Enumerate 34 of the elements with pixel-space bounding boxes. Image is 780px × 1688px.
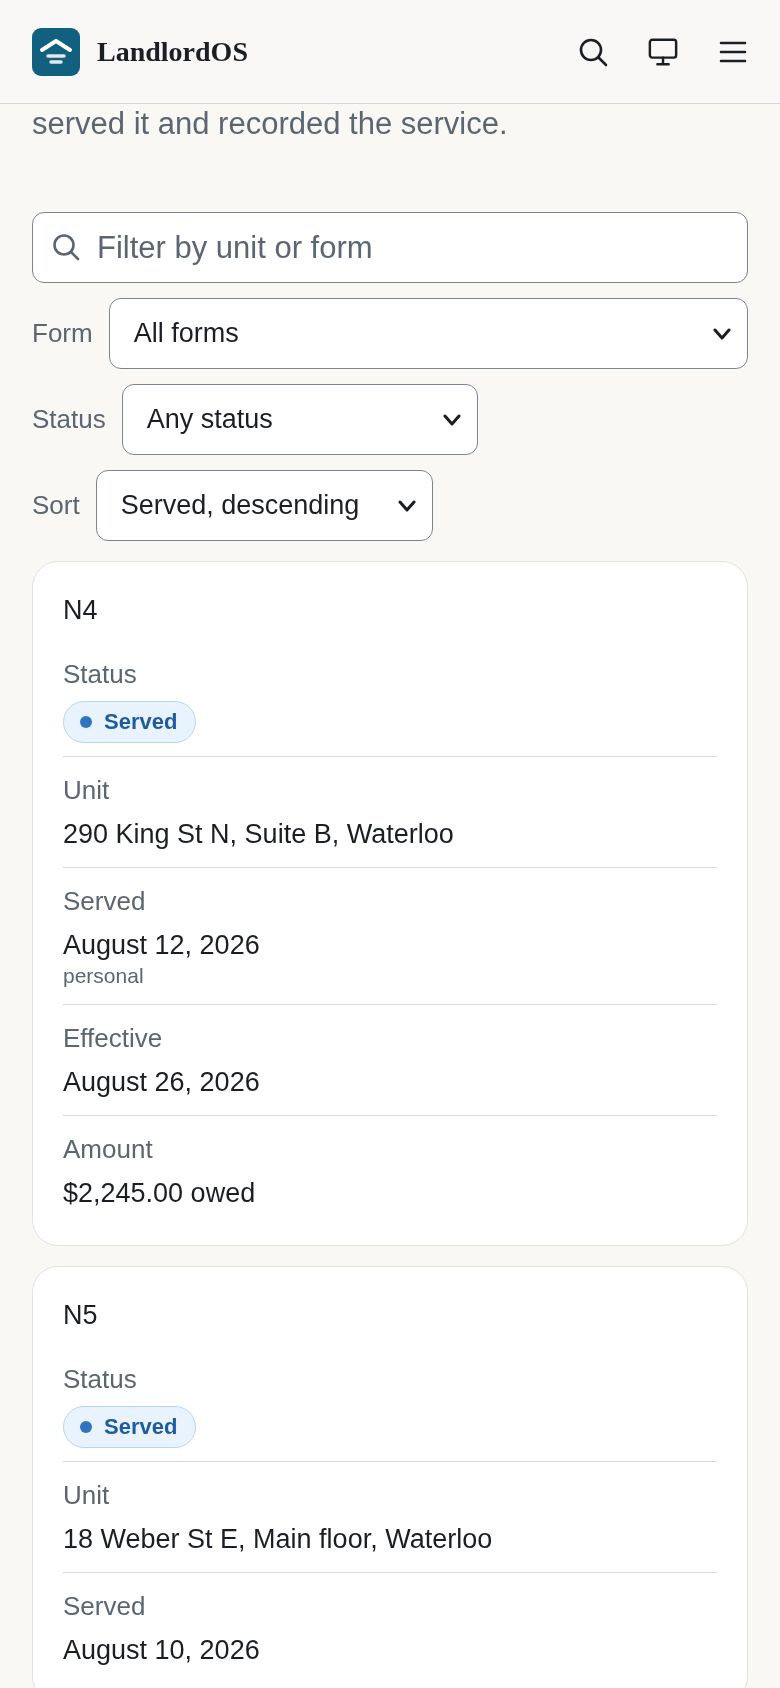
search-field[interactable]: Filter by unit or form: [32, 212, 748, 283]
chevron-down-icon: [442, 413, 461, 426]
field-note: personal: [63, 963, 144, 989]
filter-select[interactable]: Served, descending: [95, 470, 433, 541]
field-label: Served: [63, 1590, 146, 1623]
filter-select[interactable]: All forms: [108, 298, 748, 369]
filter-label: Status: [32, 404, 106, 435]
field-label: Status: [63, 1363, 137, 1396]
field-label: Unit: [63, 774, 110, 807]
field-value: 290 King St N, Suite B, Waterloo: [63, 818, 454, 851]
field-value: August 26, 2026: [63, 1066, 260, 1099]
field-value: August 12, 2026: [63, 929, 260, 962]
form-title: N4: [63, 594, 98, 627]
intro-text: served it and recorded the service.: [32, 105, 509, 143]
field-label: Amount: [63, 1133, 153, 1166]
chevron-down-icon: [713, 327, 731, 340]
form-title: N5: [63, 1299, 98, 1332]
search-icon: [52, 233, 80, 261]
field-value: August 10, 2026: [63, 1634, 260, 1667]
field-label: Served: [63, 885, 146, 918]
field-label: Unit: [63, 1479, 110, 1512]
brand-name[interactable]: LandlordOS: [97, 35, 248, 68]
search-icon[interactable]: [578, 36, 608, 67]
field-label: Effective: [63, 1022, 163, 1055]
status-badge: Served: [63, 701, 197, 743]
filter-label: Sort: [32, 490, 80, 521]
logo-icon[interactable]: [32, 27, 80, 76]
chevron-down-icon: [397, 499, 416, 512]
filter-select[interactable]: Any status: [121, 384, 478, 455]
monitor-icon[interactable]: [648, 36, 678, 67]
filter-label: Form: [32, 318, 93, 349]
field-value: $2,245.00 owed: [63, 1177, 256, 1210]
field-value: 18 Weber St E, Main floor, Waterloo: [63, 1523, 493, 1556]
field-label: Status: [63, 658, 137, 691]
